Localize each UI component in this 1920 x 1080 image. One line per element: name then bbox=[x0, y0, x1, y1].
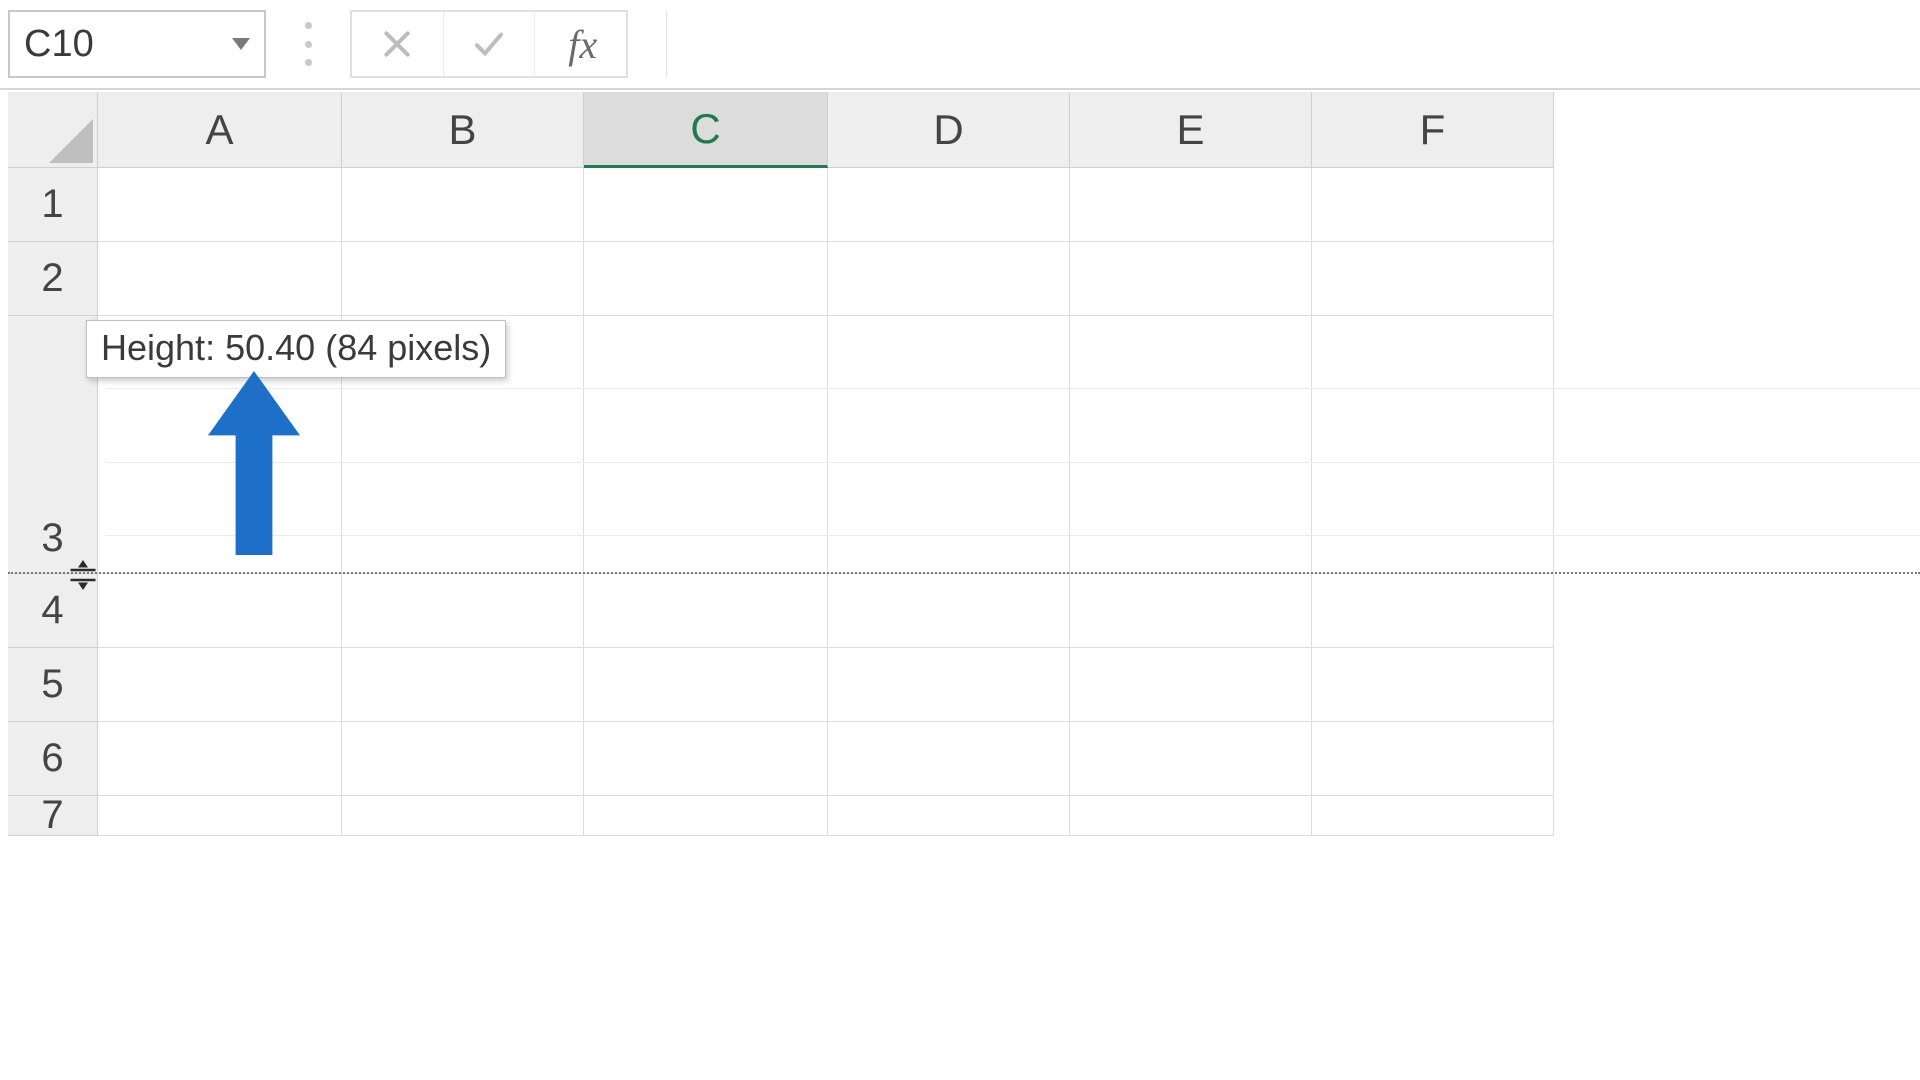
cell-A1[interactable] bbox=[98, 168, 342, 242]
insert-function-button[interactable]: fx bbox=[535, 12, 626, 76]
formula-bar: fx bbox=[0, 0, 1920, 90]
cell-B5[interactable] bbox=[342, 648, 584, 722]
cell-F2[interactable] bbox=[1312, 242, 1554, 316]
row-4: 4 bbox=[8, 574, 1920, 648]
cell-D7[interactable] bbox=[828, 796, 1070, 836]
cell-C7[interactable] bbox=[584, 796, 828, 836]
formula-input[interactable] bbox=[666, 10, 1920, 78]
confirm-button[interactable] bbox=[444, 12, 536, 76]
cell-D1[interactable] bbox=[828, 168, 1070, 242]
cell-B6[interactable] bbox=[342, 722, 584, 796]
cell-C6[interactable] bbox=[584, 722, 828, 796]
column-header-E[interactable]: E bbox=[1070, 92, 1312, 168]
tooltip-points: 50.40 bbox=[225, 327, 315, 368]
cell-E3[interactable] bbox=[1070, 316, 1312, 574]
cell-E2[interactable] bbox=[1070, 242, 1312, 316]
row-5: 5 bbox=[8, 648, 1920, 722]
cell-A7[interactable] bbox=[98, 796, 342, 836]
cell-C1[interactable] bbox=[584, 168, 828, 242]
cell-C4[interactable] bbox=[584, 574, 828, 648]
name-box-input[interactable] bbox=[10, 23, 232, 66]
row-header-2[interactable]: 2 bbox=[8, 242, 98, 316]
vertical-grip-icon[interactable] bbox=[304, 22, 312, 66]
cell-D3[interactable] bbox=[828, 316, 1070, 574]
check-icon bbox=[470, 28, 508, 60]
row-1: 1 bbox=[8, 168, 1920, 242]
row-header-4[interactable]: 4 bbox=[8, 574, 98, 648]
cell-A2[interactable] bbox=[98, 242, 342, 316]
cell-F1[interactable] bbox=[1312, 168, 1554, 242]
row-2: 2 bbox=[8, 242, 1920, 316]
cell-F4[interactable] bbox=[1312, 574, 1554, 648]
tooltip-label: Height: bbox=[101, 327, 215, 368]
spreadsheet-grid: A B C D E F 1 2 3 bbox=[8, 92, 1920, 836]
cell-B2[interactable] bbox=[342, 242, 584, 316]
row-resize-preview-line bbox=[8, 572, 1920, 574]
cell-F3[interactable] bbox=[1312, 316, 1554, 574]
formula-bar-buttons: fx bbox=[350, 10, 628, 78]
column-header-D[interactable]: D bbox=[828, 92, 1070, 168]
cell-A6[interactable] bbox=[98, 722, 342, 796]
cell-E1[interactable] bbox=[1070, 168, 1312, 242]
column-header-row: A B C D E F bbox=[8, 92, 1920, 168]
row-7: 7 bbox=[8, 796, 1920, 836]
cell-A5[interactable] bbox=[98, 648, 342, 722]
cell-B7[interactable] bbox=[342, 796, 584, 836]
row-header-5[interactable]: 5 bbox=[8, 648, 98, 722]
cancel-button[interactable] bbox=[352, 12, 444, 76]
column-header-A[interactable]: A bbox=[98, 92, 342, 168]
column-header-B[interactable]: B bbox=[342, 92, 584, 168]
cell-E7[interactable] bbox=[1070, 796, 1312, 836]
up-arrow-icon bbox=[208, 370, 300, 556]
name-box[interactable] bbox=[8, 10, 266, 78]
cell-B4[interactable] bbox=[342, 574, 584, 648]
cell-C3[interactable] bbox=[584, 316, 828, 574]
cell-B1[interactable] bbox=[342, 168, 584, 242]
cell-E4[interactable] bbox=[1070, 574, 1312, 648]
cell-E5[interactable] bbox=[1070, 648, 1312, 722]
cell-D2[interactable] bbox=[828, 242, 1070, 316]
column-header-F[interactable]: F bbox=[1312, 92, 1554, 168]
cell-C5[interactable] bbox=[584, 648, 828, 722]
x-icon bbox=[381, 28, 413, 60]
row-header-6[interactable]: 6 bbox=[8, 722, 98, 796]
fx-icon: fx bbox=[553, 21, 613, 68]
tooltip-pixels: (84 pixels) bbox=[325, 327, 491, 368]
cell-F6[interactable] bbox=[1312, 722, 1554, 796]
column-header-C[interactable]: C bbox=[584, 92, 828, 168]
cell-A4[interactable] bbox=[98, 574, 342, 648]
row-header-3[interactable]: 3 bbox=[8, 316, 98, 574]
chevron-down-icon[interactable] bbox=[232, 38, 250, 50]
cell-D6[interactable] bbox=[828, 722, 1070, 796]
cell-D5[interactable] bbox=[828, 648, 1070, 722]
cell-F7[interactable] bbox=[1312, 796, 1554, 836]
select-all-corner[interactable] bbox=[8, 92, 98, 168]
cell-D4[interactable] bbox=[828, 574, 1070, 648]
cell-E6[interactable] bbox=[1070, 722, 1312, 796]
row-header-1[interactable]: 1 bbox=[8, 168, 98, 242]
row-header-7[interactable]: 7 bbox=[8, 796, 98, 836]
cell-C2[interactable] bbox=[584, 242, 828, 316]
select-all-triangle-icon bbox=[49, 119, 93, 163]
row-6: 6 bbox=[8, 722, 1920, 796]
cell-F5[interactable] bbox=[1312, 648, 1554, 722]
